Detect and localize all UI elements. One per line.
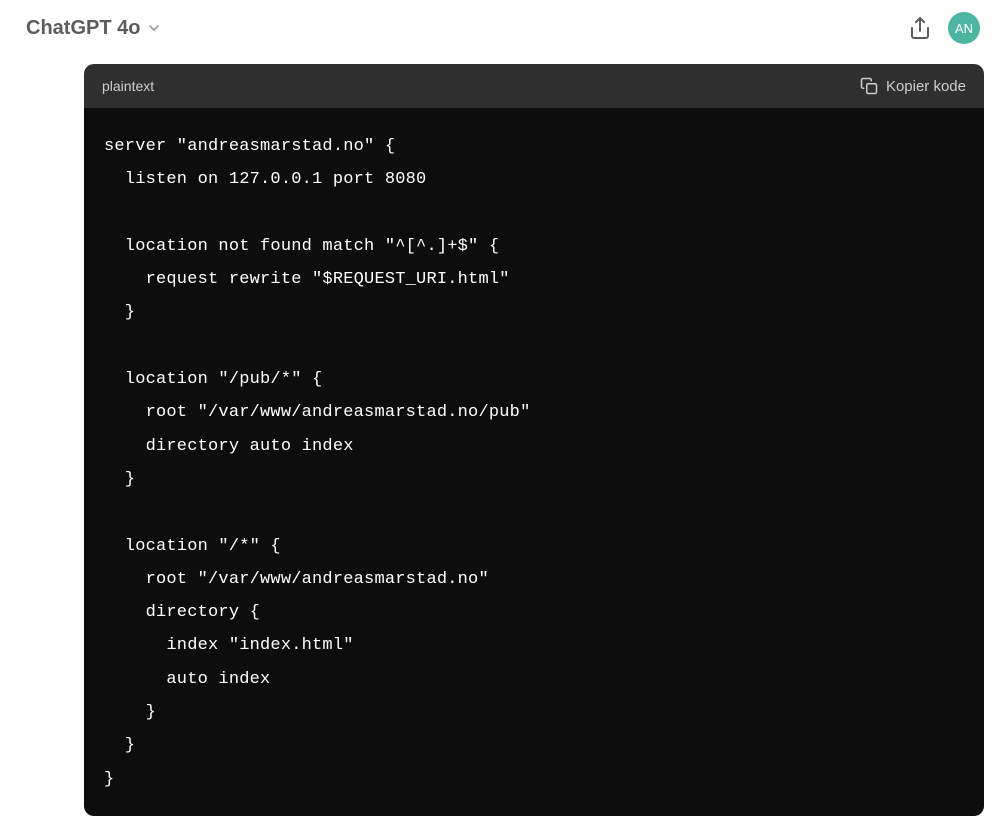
chevron-down-icon [146,20,162,36]
code-language-label: plaintext [102,78,154,94]
copy-icon [860,77,878,95]
app-header: ChatGPT 4o AN [0,0,1000,56]
model-selector[interactable]: ChatGPT 4o [18,11,170,46]
code-block: plaintext Kopier kode server "andreasmar… [84,64,984,816]
code-block-header: plaintext Kopier kode [84,64,984,108]
avatar-initials: AN [955,21,973,36]
copy-code-button[interactable]: Kopier kode [860,77,966,95]
code-text[interactable]: server "andreasmarstad.no" { listen on 1… [104,130,964,796]
share-icon[interactable] [908,16,932,40]
content-area: plaintext Kopier kode server "andreasmar… [0,56,1000,816]
copy-code-label: Kopier kode [886,78,966,95]
model-name: ChatGPT 4o [26,17,140,40]
header-actions: AN [908,12,980,44]
avatar[interactable]: AN [948,12,980,44]
code-block-body: server "andreasmarstad.no" { listen on 1… [84,108,984,816]
